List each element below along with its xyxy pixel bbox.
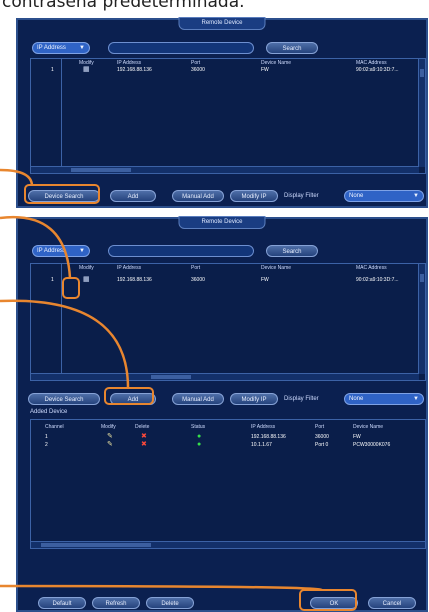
callout-line-ok [0, 584, 324, 592]
callout-lines [0, 168, 324, 592]
callout-line-add [0, 299, 130, 389]
callout-line-device-search [0, 168, 34, 187]
callout-line-row-select [0, 215, 72, 279]
